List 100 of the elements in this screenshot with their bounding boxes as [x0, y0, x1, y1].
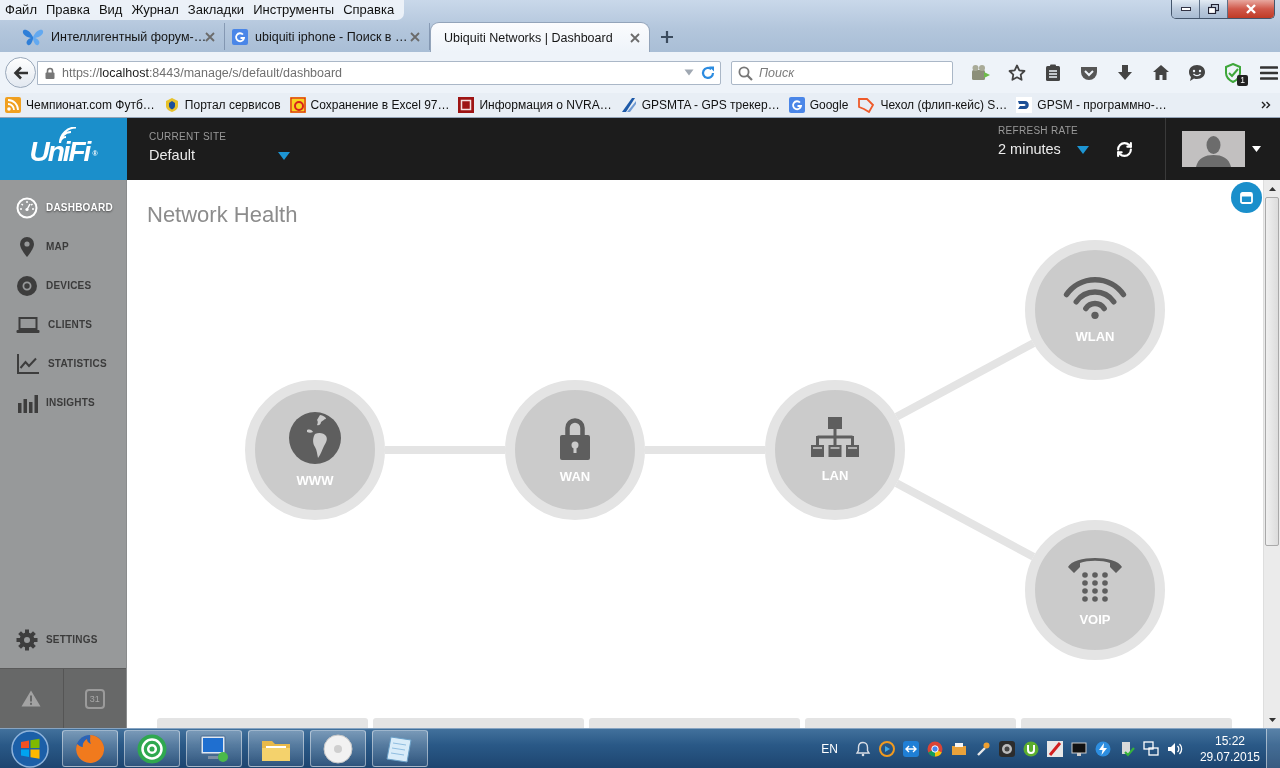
search-icon — [738, 65, 753, 81]
taskbar-app-button[interactable] — [310, 730, 366, 767]
disc-icon[interactable] — [323, 733, 353, 764]
line-chart-icon — [16, 352, 40, 375]
lightning-icon[interactable] — [1094, 740, 1111, 757]
taskbar-app-button[interactable] — [62, 730, 118, 767]
square-favicon-icon — [232, 28, 248, 45]
show-desktop-button[interactable] — [1266, 729, 1280, 768]
taskbar-app-button[interactable] — [372, 730, 428, 767]
close-icon — [1245, 4, 1257, 14]
bookmark-item[interactable]: Сохранение в Excel 97… — [289, 97, 450, 113]
list-icon[interactable] — [1044, 63, 1061, 82]
sidebar-nav-item[interactable]: STATISTICS — [0, 344, 126, 383]
menu-icon[interactable] — [1259, 64, 1278, 81]
restore-icon — [1208, 4, 1219, 14]
address-field[interactable]: https://localhost:8443/manage/s/default/dashboard — [37, 60, 721, 85]
sidebar-nav-item[interactable]: CLIENTS — [0, 305, 126, 344]
circle-mark-icon[interactable] — [1022, 740, 1039, 757]
menu-item[interactable]: Вид — [93, 0, 127, 20]
square-favicon-icon — [788, 97, 805, 113]
search-field[interactable]: Поиск — [731, 60, 953, 85]
notification-badge: 1 — [1237, 74, 1248, 86]
menu-item[interactable]: Правка — [40, 0, 94, 20]
dropdown-caret-icon[interactable] — [1077, 146, 1089, 154]
user-avatar[interactable] — [1182, 131, 1245, 167]
menu-item[interactable]: Справка — [338, 0, 399, 20]
refresh-rate-value[interactable]: 2 minutes — [998, 140, 1061, 159]
sitemap-icon — [811, 417, 859, 459]
start-button[interactable] — [8, 729, 52, 768]
butterfly-icon — [22, 27, 44, 46]
dropdown-caret-icon[interactable] — [278, 152, 290, 160]
taskbar-app-button[interactable] — [248, 730, 304, 767]
browser-tab[interactable]: ubiquiti iphone - Поиск в … — [225, 23, 430, 50]
arrows-square-icon[interactable] — [902, 740, 919, 757]
slash-square-icon[interactable] — [1046, 740, 1063, 757]
scroll-up-arrow-icon[interactable] — [1268, 186, 1276, 191]
browser-tab[interactable]: Ubiquiti Networks | Dashboard — [430, 22, 650, 52]
chevron-badge-icon[interactable] — [1079, 64, 1098, 81]
close-window-button[interactable] — [1227, 0, 1274, 18]
taskbar-app-button[interactable] — [186, 730, 242, 767]
browser-tab[interactable]: Интеллигентный форум-… — [15, 23, 225, 50]
scrollbar-thumb[interactable] — [1265, 197, 1279, 546]
close-icon[interactable] — [205, 31, 215, 42]
bookmark-item[interactable]: Google — [788, 97, 849, 113]
window-icon — [1240, 191, 1253, 204]
scroll-down-arrow-icon[interactable] — [1268, 717, 1276, 722]
play-circle-icon[interactable] — [878, 740, 895, 757]
camera-icon[interactable] — [998, 740, 1015, 757]
bookmark-item[interactable]: Информация о NVRA… — [458, 97, 612, 113]
notepad-icon[interactable] — [385, 733, 415, 764]
monitor-icon[interactable] — [198, 733, 230, 764]
download-icon[interactable] — [1116, 63, 1133, 82]
panel-toggle-button[interactable] — [1231, 182, 1262, 213]
wifi-icon — [1063, 276, 1127, 320]
speedometer-icon — [16, 196, 38, 219]
menu-item[interactable]: Журнал — [126, 0, 183, 20]
sidebar-nav-item[interactable]: MAP — [0, 227, 126, 266]
user-menu-caret-icon[interactable] — [1252, 146, 1261, 152]
restore-button[interactable] — [1199, 0, 1227, 18]
current-site-value[interactable]: Default — [149, 146, 195, 165]
square-logo-icon — [458, 97, 475, 113]
minimize-button[interactable] — [1172, 0, 1199, 18]
browser-globe-icon[interactable] — [74, 732, 106, 765]
reload-icon[interactable] — [701, 65, 715, 80]
close-icon[interactable] — [630, 32, 640, 43]
url-text: https://localhost:8443/manage/s/default/dashboard — [62, 65, 344, 80]
menu-item[interactable]: Файл — [0, 0, 41, 20]
double-chevron-icon[interactable] — [1261, 101, 1271, 109]
menu-item[interactable]: Закладки — [182, 0, 249, 20]
menu-item[interactable]: Инструменты — [248, 0, 339, 20]
bookmark-item[interactable]: Чехол (флип-кейс) S… — [857, 97, 1008, 113]
close-icon[interactable] — [410, 31, 420, 42]
network-icon[interactable] — [1142, 740, 1159, 757]
refresh-icon[interactable] — [1116, 140, 1133, 158]
package-icon[interactable] — [950, 740, 967, 757]
color-wheel-icon[interactable] — [926, 740, 943, 757]
bookmark-item[interactable]: GPSM - программно-… — [1016, 97, 1167, 113]
clock-date[interactable]: 29.07.2015 — [1199, 748, 1260, 765]
monitor-icon[interactable] — [1070, 740, 1087, 757]
sidebar-nav-item[interactable]: DEVICES — [0, 266, 126, 305]
globe-icon — [289, 412, 341, 464]
shield-outline-icon — [857, 97, 876, 113]
bookmark-item[interactable]: Чемпионат.com Футб… — [5, 97, 155, 113]
sidebar-nav-item[interactable]: SETTINGS — [0, 620, 126, 659]
shield-check-icon[interactable] — [1223, 62, 1242, 83]
rings-icon[interactable] — [136, 732, 168, 765]
star-icon[interactable] — [1007, 63, 1026, 82]
back-button[interactable] — [5, 57, 36, 88]
warning-icon — [21, 690, 42, 707]
bookmark-item[interactable]: GPSMTA - GPS трекер… — [620, 97, 780, 113]
bell-icon[interactable] — [854, 740, 871, 757]
language-indicator[interactable]: EN — [821, 741, 838, 756]
home-icon[interactable] — [1151, 64, 1170, 81]
bookmark-item[interactable]: Портал сервисов — [163, 97, 281, 113]
new-tab-plus-icon[interactable] — [660, 30, 674, 44]
taskbar-app-button[interactable] — [124, 730, 180, 767]
clock-time[interactable]: 15:22 — [1214, 732, 1245, 749]
film-camera-icon[interactable] — [970, 63, 991, 82]
smiley-bubble-icon[interactable] — [1187, 63, 1206, 82]
sidebar-nav-item[interactable]: INSIGHTS — [0, 383, 126, 422]
